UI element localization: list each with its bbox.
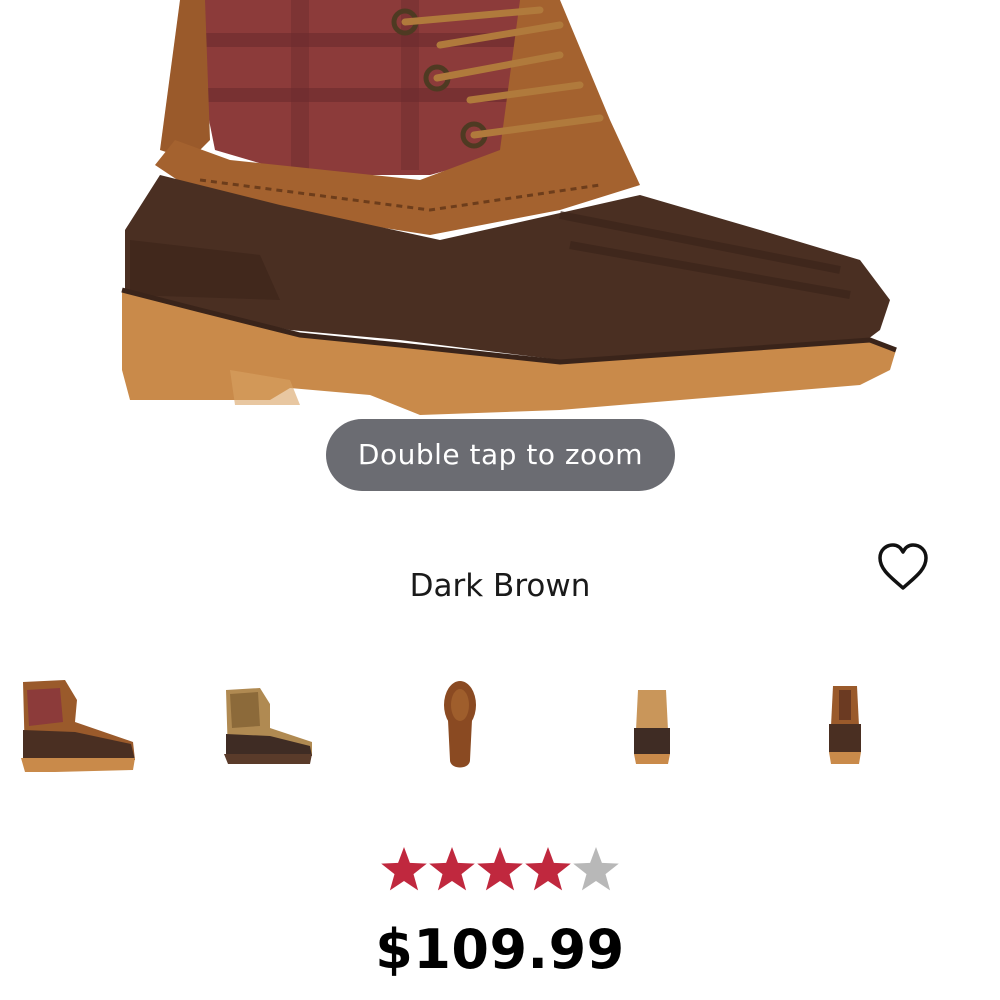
star-icon [477, 847, 523, 891]
star-icon [573, 847, 619, 891]
boot-back-thumbnail [829, 686, 861, 764]
star-icon [429, 847, 475, 891]
boot-front-thumbnail [634, 690, 670, 764]
product-main-image[interactable] [0, 0, 1000, 440]
selected-color-name: Dark Brown [409, 568, 591, 604]
product-page: Double tap to zoom Dark Brown $109.99 [0, 0, 1000, 1000]
rating-stars-icon [381, 847, 619, 891]
boot-sole-thumbnail [444, 681, 476, 768]
thumbnail-variant-view[interactable] [200, 660, 340, 788]
thumbnail-sole-view[interactable] [390, 660, 530, 788]
star-rating[interactable] [380, 842, 620, 898]
star-icon [525, 847, 571, 891]
zoom-hint-pill: Double tap to zoom [326, 419, 675, 491]
boot-variant-thumbnail [224, 688, 312, 764]
thumbnail-strip [0, 660, 1000, 790]
thumbnail-front-view[interactable] [582, 660, 722, 788]
thumbnail-back-view[interactable] [775, 660, 915, 788]
product-price: $109.99 [375, 918, 625, 981]
star-icon [381, 847, 427, 891]
boot-side-thumbnail [21, 680, 135, 772]
boot-photo [121, 0, 897, 415]
thumbnail-side-view[interactable] [5, 660, 145, 788]
